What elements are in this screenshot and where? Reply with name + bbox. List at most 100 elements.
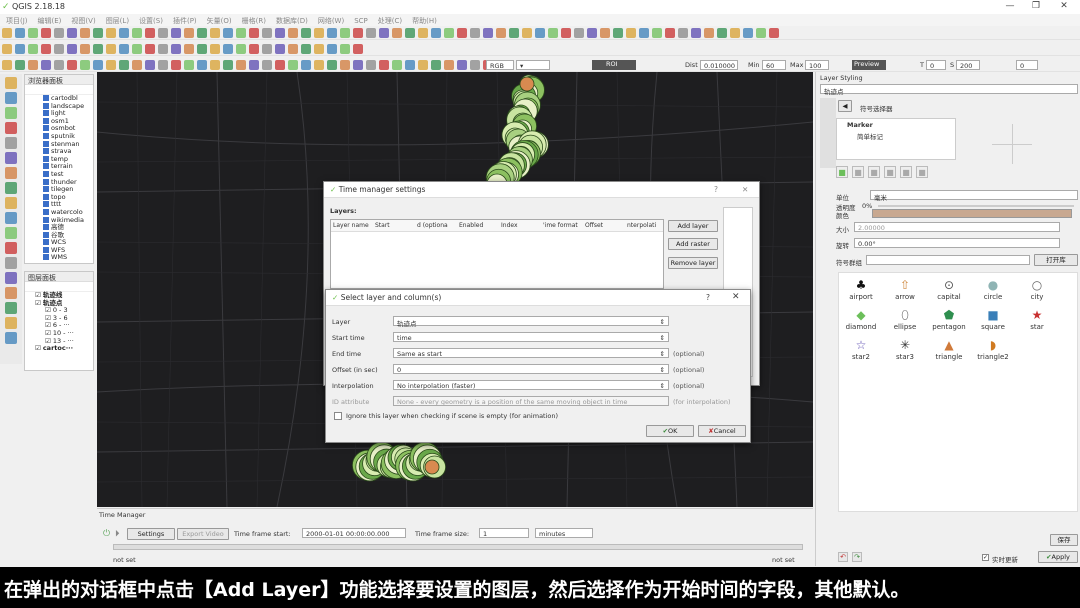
toolbar-tool-icon[interactable]: [639, 28, 649, 38]
toolbar-tool-icon[interactable]: [262, 60, 272, 70]
band-field[interactable]: RGB =: [486, 60, 514, 78]
toolbar-tool-icon[interactable]: [392, 28, 402, 38]
toolbar-tool-icon[interactable]: [5, 152, 17, 164]
toolbar-tool-icon[interactable]: [652, 28, 662, 38]
layer-checkbox[interactable]: ☑: [35, 291, 41, 299]
toolbar-tool-icon[interactable]: [457, 60, 467, 70]
toolbar-tool-icon[interactable]: [145, 28, 155, 38]
remove-layer-button[interactable]: Remove layer: [668, 257, 718, 269]
symbol-star[interactable]: ★ star: [1015, 307, 1059, 331]
group-select[interactable]: [866, 255, 1030, 265]
menu-item[interactable]: 数据库(D): [276, 16, 308, 26]
column-header[interactable]: Offset: [583, 220, 625, 231]
menu-item[interactable]: 图层(L): [106, 16, 129, 26]
roi-toggle[interactable]: ROI: [592, 60, 636, 70]
add-raster-button[interactable]: Add raster: [668, 238, 718, 250]
apply-button[interactable]: ✔Apply: [1038, 551, 1078, 563]
toolbar-tool-icon[interactable]: [574, 28, 584, 38]
toolbar-tool-icon[interactable]: [249, 60, 259, 70]
toolbar-tool-icon[interactable]: [67, 28, 77, 38]
toolbar-tool-icon[interactable]: [288, 60, 298, 70]
save-button[interactable]: 保存: [1050, 534, 1078, 546]
symbol-layer-tool-icon[interactable]: ■: [836, 166, 848, 178]
toolbar-tool-icon[interactable]: [340, 60, 350, 70]
toolbar-tool-icon[interactable]: [197, 28, 207, 38]
toolbar-tool-icon[interactable]: [197, 60, 207, 70]
toolbar-tool-icon[interactable]: [41, 60, 51, 70]
toolbar-tool-icon[interactable]: [106, 60, 116, 70]
time-slider[interactable]: [113, 544, 803, 550]
cancel-button[interactable]: ✘Cancel: [698, 425, 746, 437]
t-input[interactable]: 0: [926, 60, 946, 70]
toolbar-tool-icon[interactable]: [5, 182, 17, 194]
toolbar-tool-icon[interactable]: [743, 28, 753, 38]
help-icon[interactable]: ?: [706, 293, 710, 302]
toolbar-tool-icon[interactable]: [236, 60, 246, 70]
symbol-triangle2[interactable]: ◗ triangle2: [971, 337, 1015, 361]
toolbar-tool-icon[interactable]: [54, 60, 64, 70]
menu-item[interactable]: 网络(W): [318, 16, 344, 26]
toolbar-tool-icon[interactable]: [80, 44, 90, 54]
toolbar-tool-icon[interactable]: [288, 44, 298, 54]
toolbar-tool-icon[interactable]: [15, 44, 25, 54]
time-unit-select[interactable]: minutes: [535, 528, 593, 538]
toolbar-tool-icon[interactable]: [158, 44, 168, 54]
symbol-star2[interactable]: ☆ star2: [839, 337, 883, 361]
toolbar-tool-icon[interactable]: [470, 60, 480, 70]
column-header[interactable]: Enabled: [457, 220, 499, 231]
maximize-icon[interactable]: ❐: [1024, 1, 1048, 13]
toolbar-tool-icon[interactable]: [210, 60, 220, 70]
symbol-arrow[interactable]: ⇧ arrow: [883, 277, 927, 301]
preview-button[interactable]: Preview: [852, 60, 886, 70]
toolbar-tool-icon[interactable]: [327, 60, 337, 70]
toolbar-tool-icon[interactable]: [236, 44, 246, 54]
toolbar-tool-icon[interactable]: [756, 28, 766, 38]
close-icon[interactable]: ✕: [742, 185, 748, 194]
toolbar-tool-icon[interactable]: [5, 77, 17, 89]
toolbar-tool-icon[interactable]: [457, 28, 467, 38]
toolbar-tool-icon[interactable]: [340, 44, 350, 54]
s-input[interactable]: 200: [956, 60, 980, 70]
symbol-layer-tool-icon[interactable]: ■: [900, 166, 912, 178]
size-input[interactable]: 2.00000: [854, 222, 1060, 232]
toolbar-tool-icon[interactable]: [158, 28, 168, 38]
menu-item[interactable]: 设置(S): [139, 16, 163, 26]
toolbar-tool-icon[interactable]: [561, 28, 571, 38]
back-button[interactable]: ◀: [838, 100, 852, 112]
band-dropdown[interactable]: ▾: [516, 60, 550, 70]
rotation-input[interactable]: 0.00°: [854, 238, 1060, 248]
minimize-icon[interactable]: —: [998, 1, 1022, 13]
interpolation-select[interactable]: No interpolation (faster) ⇕: [393, 380, 669, 390]
toolbar-tool-icon[interactable]: [704, 28, 714, 38]
toolbar-tool-icon[interactable]: [93, 44, 103, 54]
toolbar-tool-icon[interactable]: [184, 44, 194, 54]
start-time-select[interactable]: time ⇕: [393, 332, 669, 342]
column-header[interactable]: Index: [499, 220, 541, 231]
time-size-input[interactable]: 1: [479, 528, 529, 538]
close-icon[interactable]: ✕: [732, 292, 740, 302]
toolbar-tool-icon[interactable]: [197, 44, 207, 54]
toolbar-tool-icon[interactable]: [730, 28, 740, 38]
layer-checkbox[interactable]: ☑: [45, 329, 51, 337]
toolbar-tool-icon[interactable]: [444, 28, 454, 38]
toolbar-tool-icon[interactable]: [509, 28, 519, 38]
color-button[interactable]: [872, 209, 1072, 218]
symbol-circle[interactable]: ● circle: [971, 277, 1015, 301]
add-layer-button[interactable]: Add layer: [668, 220, 718, 232]
toolbar-tool-icon[interactable]: [28, 60, 38, 70]
symbol-star3[interactable]: ✳ star3: [883, 337, 927, 361]
live-update-checkbox[interactable]: ✓: [982, 554, 989, 561]
toolbar-tool-icon[interactable]: [106, 28, 116, 38]
toolbar-tool-icon[interactable]: [41, 44, 51, 54]
toolbar-tool-icon[interactable]: [392, 60, 402, 70]
toolbar-tool-icon[interactable]: [223, 28, 233, 38]
toolbar-tool-icon[interactable]: [431, 60, 441, 70]
settings-button[interactable]: Settings: [127, 528, 175, 540]
menu-item[interactable]: 栅格(R): [242, 16, 266, 26]
ok-button[interactable]: ✔OK: [646, 425, 694, 437]
extra-input[interactable]: 0: [1016, 60, 1038, 70]
toolbar-tool-icon[interactable]: [418, 60, 428, 70]
toolbar-tool-icon[interactable]: [5, 197, 17, 209]
symbol-layer-tool-icon[interactable]: ■: [852, 166, 864, 178]
toolbar-tool-icon[interactable]: [132, 60, 142, 70]
